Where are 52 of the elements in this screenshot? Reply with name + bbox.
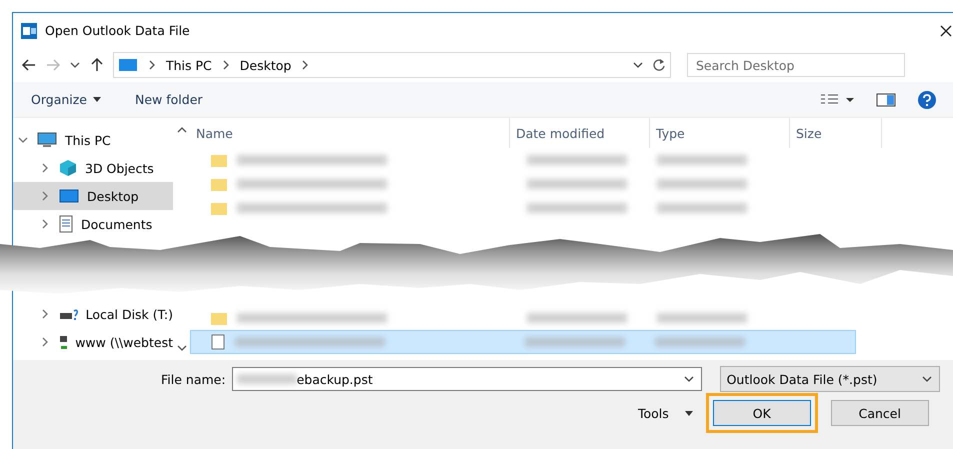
sidebar-item[interactable]: 3D Objects <box>13 154 173 182</box>
address-bar[interactable]: This PC Desktop <box>113 52 671 78</box>
computer-icon <box>37 132 57 148</box>
sidebar-label: This PC <box>65 132 111 148</box>
folder-icon <box>211 177 227 191</box>
file-type-value: Outlook Data File (*.pst) <box>726 372 878 386</box>
app-icon <box>21 22 37 38</box>
file-type-dropdown[interactable]: Outlook Data File (*.pst) <box>720 366 940 392</box>
dialog-button[interactable]: Cancel <box>830 400 929 426</box>
file-name-value: ebackup.pst <box>296 372 373 386</box>
folder-icon <box>211 153 227 167</box>
sidebar-label: Local Disk (T:) <box>86 306 173 322</box>
sidebar-label: 3D Objects <box>85 160 154 176</box>
folder-icon <box>211 201 227 215</box>
document-icon <box>59 215 73 233</box>
caret-icon <box>93 97 101 102</box>
back-arrow-icon[interactable] <box>21 57 37 73</box>
refresh-icon[interactable] <box>652 58 666 72</box>
up-arrow-icon[interactable] <box>89 57 105 73</box>
desktop-icon <box>118 57 138 73</box>
sidebar-label: Documents <box>81 216 152 232</box>
close-icon[interactable] <box>940 24 952 36</box>
file-name-field[interactable]: ebackup.pst <box>232 367 702 391</box>
toolbar-button[interactable]: Organize <box>31 92 101 107</box>
column-header[interactable]: Date modified <box>510 118 650 148</box>
preview-pane-icon[interactable] <box>876 92 896 106</box>
desktop-icon <box>59 188 79 204</box>
sidebar-item[interactable]: Local Disk (T:) <box>13 300 173 328</box>
view-list-icon[interactable] <box>820 92 854 106</box>
sidebar-label: Desktop <box>87 188 139 204</box>
search-field[interactable]: Search Desktop <box>687 53 905 77</box>
tools-menu-button[interactable]: Tools <box>638 406 693 420</box>
toolbar-button[interactable]: New folder <box>135 92 203 107</box>
breadcrumb[interactable]: This PC <box>166 58 212 72</box>
column-header[interactable]: Type <box>650 118 790 148</box>
file-name-label: File name: <box>161 372 226 386</box>
sidebar-item[interactable]: This PC <box>13 126 173 154</box>
column-header[interactable]: Size <box>790 118 882 148</box>
sidebar-item[interactable]: Documents <box>13 210 173 234</box>
sidebar-label: www (\\webtest <box>75 334 173 350</box>
sidebar-item-selected[interactable]: Desktop <box>13 182 173 210</box>
network-drive-icon <box>59 334 68 350</box>
caret-icon <box>684 410 693 416</box>
folder-icon <box>211 311 227 325</box>
file-icon <box>211 334 225 350</box>
column-header[interactable]: Name <box>190 118 510 148</box>
help-icon[interactable] <box>918 90 936 108</box>
window-title: Open Outlook Data File <box>45 23 190 38</box>
cube-icon <box>59 159 77 177</box>
drive-icon <box>59 307 78 321</box>
breadcrumb[interactable]: Desktop <box>240 58 292 72</box>
sidebar-item[interactable]: www (\\webtest <box>13 328 173 356</box>
